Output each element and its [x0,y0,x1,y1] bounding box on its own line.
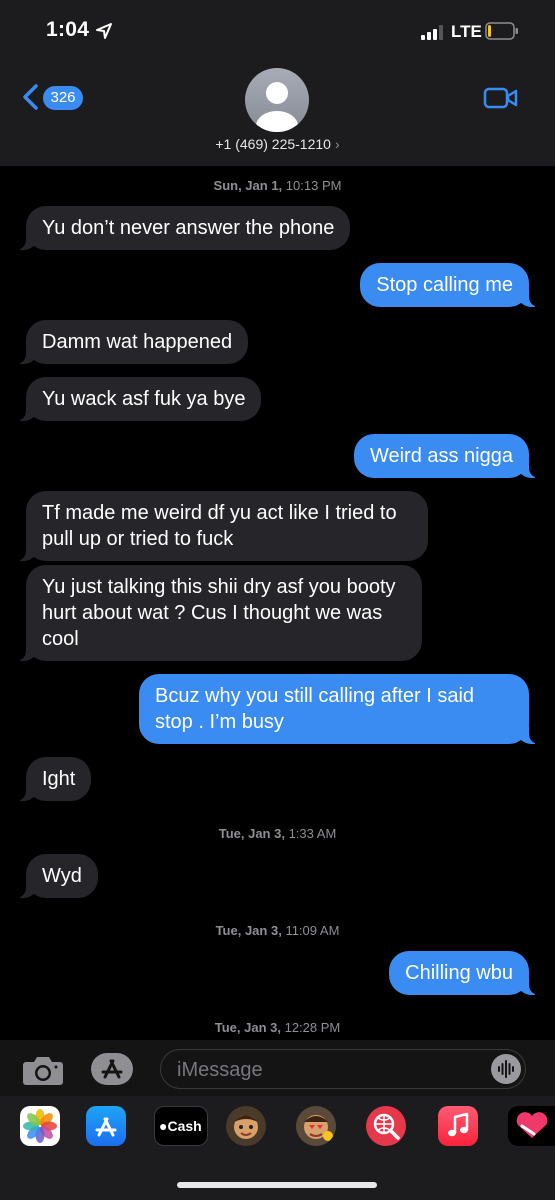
app-drawer-icon[interactable] [90,1052,134,1086]
timestamp: Tue, Jan 3, 12:28 PM [0,1020,555,1035]
timestamp: Tue, Jan 3, 11:09 AM [0,923,555,938]
timestamp-day: Tue, Jan 3, [215,923,282,938]
message-text: Yu don’t never answer the phone [42,217,335,239]
apple-cash-label: ●Cash [159,1118,202,1134]
timestamp-day: Tue, Jan 3, [218,826,285,841]
battery-icon [485,22,518,40]
cash-text: Cash [167,1118,202,1134]
memoji-stickers-icon[interactable] [296,1106,336,1146]
message-bubble-incoming[interactable]: Wyd [16,854,98,898]
message-text: Yu wack asf fuk ya bye [42,388,246,410]
music-icon[interactable] [438,1106,478,1146]
back-unread-count[interactable]: 326 [43,86,83,110]
audio-message-button[interactable] [491,1054,521,1084]
app-store-icon[interactable] [86,1106,126,1146]
cellular-signal-icon [421,25,443,40]
contact-avatar[interactable] [245,68,309,132]
message-text: Chilling wbu [405,962,513,984]
message-text: Ight [42,768,76,790]
message-text: Stop calling me [376,274,513,296]
message-text: Wyd [42,865,82,887]
message-text: Damm wat happened [42,331,233,353]
input-placeholder: iMessage [177,1059,263,1081]
photos-icon[interactable] [20,1106,60,1146]
back-chevron-icon[interactable] [20,84,40,110]
imessage-input[interactable]: iMessage [160,1049,526,1089]
location-arrow-icon [96,23,112,39]
message-bubble-outgoing[interactable]: Weird ass nigga [353,434,540,478]
timestamp-time: 1:33 AM [288,826,337,841]
web-search-icon[interactable] [366,1106,406,1146]
timestamp-day: Sun, Jan 1, [213,178,283,193]
message-bubble-outgoing[interactable]: Stop calling me [360,263,539,307]
message-text: Tf made me weird df yu act like I tried … [42,502,397,550]
message-bubble-incoming[interactable]: Yu just talking this shii dry asf you bo… [16,565,422,661]
message-bubble-outgoing[interactable]: Chilling wbu [389,951,539,995]
contact-number: +1 (469) 225-1210 [215,136,331,152]
imessage-app-drawer: ●Cash [0,1096,555,1200]
person-silhouette-icon [256,82,298,132]
digital-touch-icon[interactable] [508,1106,555,1146]
message-thread[interactable]: Sun, Jan 1, 10:13 PM Yu don’t never answ… [0,166,555,1040]
chevron-right-icon: › [334,136,340,152]
contact-name[interactable]: +1 (469) 225-1210 › [0,136,555,152]
message-bubble-incoming[interactable]: Yu don’t never answer the phone [15,206,351,250]
message-bubble-outgoing[interactable]: Bcuz why you still calling after I said … [139,674,539,744]
message-bubble-incoming[interactable]: Damm wat happened [15,320,249,364]
facetime-video-icon[interactable] [483,86,519,110]
waveform-icon [498,1060,514,1078]
status-time: 1:04 [46,18,90,41]
timestamp-time: 11:09 AM [285,923,340,938]
message-text: Weird ass nigga [369,445,513,467]
home-indicator[interactable] [177,1182,377,1188]
memoji-icon[interactable] [226,1106,266,1146]
conversation-header: 1:04 LTE 326 +1 (469) 225-1210 › [0,0,555,166]
timestamp-time: 10:13 PM [285,178,342,193]
status-bar: 1:04 LTE [0,0,555,56]
timestamp: Tue, Jan 3, 1:33 AM [0,826,555,841]
message-bubble-incoming[interactable]: Yu wack asf fuk ya bye [15,377,262,421]
apple-cash-icon[interactable]: ●Cash [154,1106,208,1146]
message-text: Yu just talking this shii dry asf you bo… [42,576,396,650]
network-type: LTE [451,22,482,41]
timestamp-time: 12:28 PM [284,1020,341,1035]
camera-icon[interactable] [22,1054,64,1086]
timestamp: Sun, Jan 1, 10:13 PM [0,178,555,193]
message-bubble-incoming[interactable]: Ight [15,757,92,801]
message-text: Bcuz why you still calling after I said … [155,685,475,733]
message-bubble-incoming[interactable]: Tf made me weird df yu act like I tried … [16,491,428,561]
timestamp-day: Tue, Jan 3, [214,1020,281,1035]
compose-bar: iMessage [0,1040,555,1096]
